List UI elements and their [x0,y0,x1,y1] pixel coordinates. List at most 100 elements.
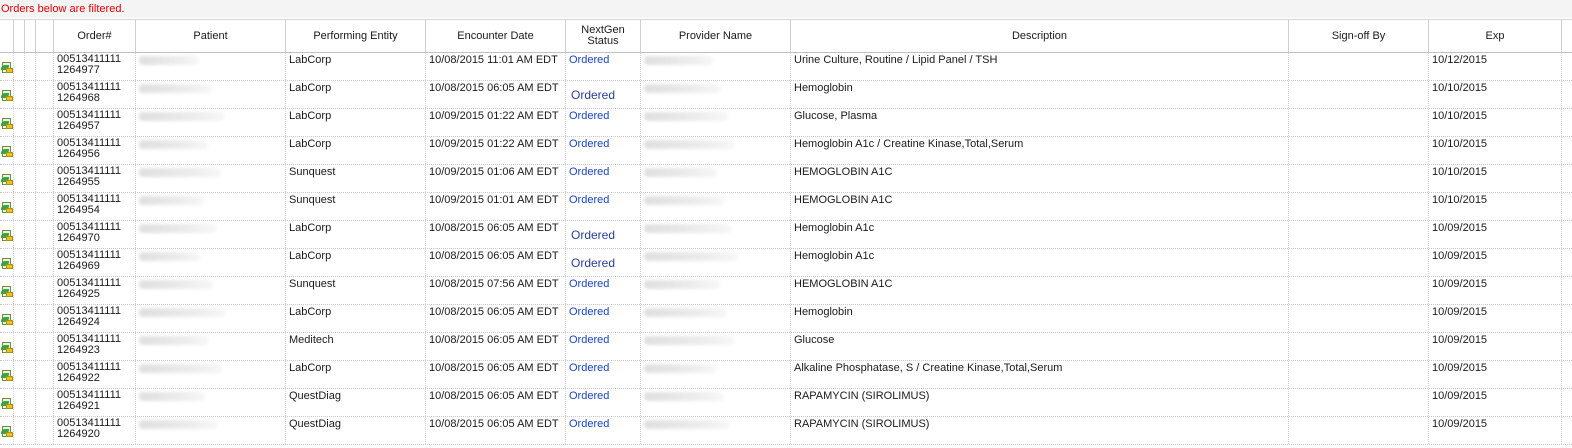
lab-order-document-icon[interactable] [1,116,13,130]
lab-order-document-icon[interactable] [1,60,13,74]
nextgen-status-cell[interactable]: Ordered [566,165,641,192]
table-row[interactable]: 00513411111 1264955 Sunquest 10/09/2015 01:… [0,165,1572,193]
column-header-flag-col-c[interactable] [36,20,54,52]
order-sub-number: 1264977 [57,64,100,76]
table-row[interactable]: 00513411111 1264921 QuestDiag 10/08/2015 06… [0,389,1572,417]
nextgen-status-cell[interactable]: Ordered [566,193,641,220]
row-icon-cell[interactable] [0,221,14,248]
column-header-encounter-date[interactable]: Encounter Date [426,20,566,52]
order-number-cell: 00513411111 1264920 [54,417,136,444]
column-header-expiration[interactable]: Exp [1429,20,1562,52]
table-row[interactable]: 00513411111 1264970 LabCorp 10/08/2015 06:0… [0,221,1572,249]
column-header-flag-col-a[interactable] [14,20,25,52]
row-icon-cell[interactable] [0,333,14,360]
nextgen-status-cell[interactable]: Ordered [566,53,641,80]
flag-cell [14,305,25,332]
lab-order-document-icon[interactable] [1,256,13,270]
lab-order-document-icon[interactable] [1,368,13,382]
nextgen-status-cell[interactable]: Ordered [566,417,641,444]
row-icon-cell[interactable] [0,249,14,276]
table-row[interactable]: 00513411111 1264977 LabCorp 10/08/2015 11:0… [0,53,1572,81]
nextgen-status-cell[interactable]: Ordered [566,81,641,108]
row-icon-cell[interactable] [0,389,14,416]
table-row[interactable]: 00513411111 1264968 LabCorp 10/08/2015 06:0… [0,81,1572,109]
column-header-description[interactable]: Description [791,20,1289,52]
flag-cell [14,109,25,136]
nextgen-status-cell[interactable]: Ordered [566,277,641,304]
column-header-select-col[interactable] [0,20,14,52]
table-row[interactable]: 00513411111 1264924 LabCorp 10/08/2015 06:0… [0,305,1572,333]
nextgen-status-cell[interactable]: Ordered [566,109,641,136]
row-icon-cell[interactable] [0,417,14,444]
table-row[interactable]: 00513411111 1264923 Meditech 10/08/2015 06:… [0,333,1572,361]
table-row[interactable]: 00513411111 1264954 Sunquest 10/09/2015 01:… [0,193,1572,221]
order-sub-number: 1264920 [57,428,100,440]
nextgen-status-cell[interactable]: Ordered [566,305,641,332]
redacted-provider-name [644,280,720,289]
column-header-patient[interactable]: Patient [136,20,286,52]
encounter-date-cell: 10/09/2015 01:22 AM EDT [426,109,566,136]
flag-cell [36,249,54,276]
column-header-performing-entity[interactable]: Performing Entity [286,20,426,52]
row-icon-cell[interactable] [0,193,14,220]
nextgen-status-cell[interactable]: Ordered [566,221,641,248]
row-icon-cell[interactable] [0,361,14,388]
lab-order-document-icon[interactable] [1,200,13,214]
patient-cell [136,361,286,388]
patient-cell [136,221,286,248]
expiration-cell: 10/09/2015 [1429,221,1562,248]
row-icon-cell[interactable] [0,277,14,304]
nextgen-status-cell[interactable]: Ordered [566,389,641,416]
lab-order-document-icon[interactable] [1,284,13,298]
column-header-flag-col-b[interactable] [25,20,36,52]
column-header-nextgen-status[interactable]: NextGen Status [566,20,641,52]
description-cell: Hemoglobin A1c [791,249,1289,276]
order-sub-number: 1264921 [57,400,100,412]
row-icon-cell[interactable] [0,137,14,164]
lab-order-document-icon[interactable] [1,144,13,158]
row-icon-cell[interactable] [0,81,14,108]
lab-order-document-icon[interactable] [1,228,13,242]
encounter-date-cell: 10/08/2015 07:56 AM EDT [426,277,566,304]
patient-cell [136,333,286,360]
lab-order-document-icon[interactable] [1,396,13,410]
row-icon-cell[interactable] [0,53,14,80]
lab-order-document-icon[interactable] [1,340,13,354]
redacted-patient-name [139,336,209,345]
order-number-cell: 00513411111 1264957 [54,109,136,136]
sign-off-by-cell [1289,137,1429,164]
provider-name-cell [641,165,791,192]
flag-cell [14,249,25,276]
order-sub-number: 1264970 [57,232,100,244]
order-number-cell: 00513411111 1264955 [54,165,136,192]
performing-entity-cell: LabCorp [286,221,426,248]
lab-order-document-icon[interactable] [1,172,13,186]
nextgen-status-cell[interactable]: Ordered [566,333,641,360]
flag-cell [25,249,36,276]
column-header-order-number[interactable]: Order# [54,20,136,52]
table-row[interactable]: 00513411111 1264969 LabCorp 10/08/2015 06:0… [0,249,1572,277]
table-row[interactable]: 00513411111 1264956 LabCorp 10/09/2015 01:2… [0,137,1572,165]
expiration-cell: 10/09/2015 [1429,361,1562,388]
column-header-sign-off-by[interactable]: Sign-off By [1289,20,1429,52]
order-number-cell: 00513411111 1264956 [54,137,136,164]
column-header-provider-name[interactable]: Provider Name [641,20,791,52]
table-row[interactable]: 00513411111 1264957 LabCorp 10/09/2015 01:2… [0,109,1572,137]
row-icon-cell[interactable] [0,109,14,136]
encounter-date-cell: 10/09/2015 01:06 AM EDT [426,165,566,192]
table-row[interactable]: 00513411111 1264920 QuestDiag 10/08/2015 06… [0,417,1572,445]
nextgen-status-cell[interactable]: Ordered [566,137,641,164]
nextgen-status-cell[interactable]: Ordered [566,361,641,388]
lab-order-document-icon[interactable] [1,312,13,326]
row-icon-cell[interactable] [0,165,14,192]
flag-cell [14,361,25,388]
lab-order-document-icon[interactable] [1,88,13,102]
provider-name-cell [641,193,791,220]
lab-order-document-icon[interactable] [1,424,13,438]
table-row[interactable]: 00513411111 1264922 LabCorp 10/08/2015 06:0… [0,361,1572,389]
nextgen-status-cell[interactable]: Ordered [566,249,641,276]
order-number-cell: 00513411111 1264977 [54,53,136,80]
table-row[interactable]: 00513411111 1264925 Sunquest 10/08/2015 07:… [0,277,1572,305]
row-icon-cell[interactable] [0,305,14,332]
description-cell: Glucose, Plasma [791,109,1289,136]
